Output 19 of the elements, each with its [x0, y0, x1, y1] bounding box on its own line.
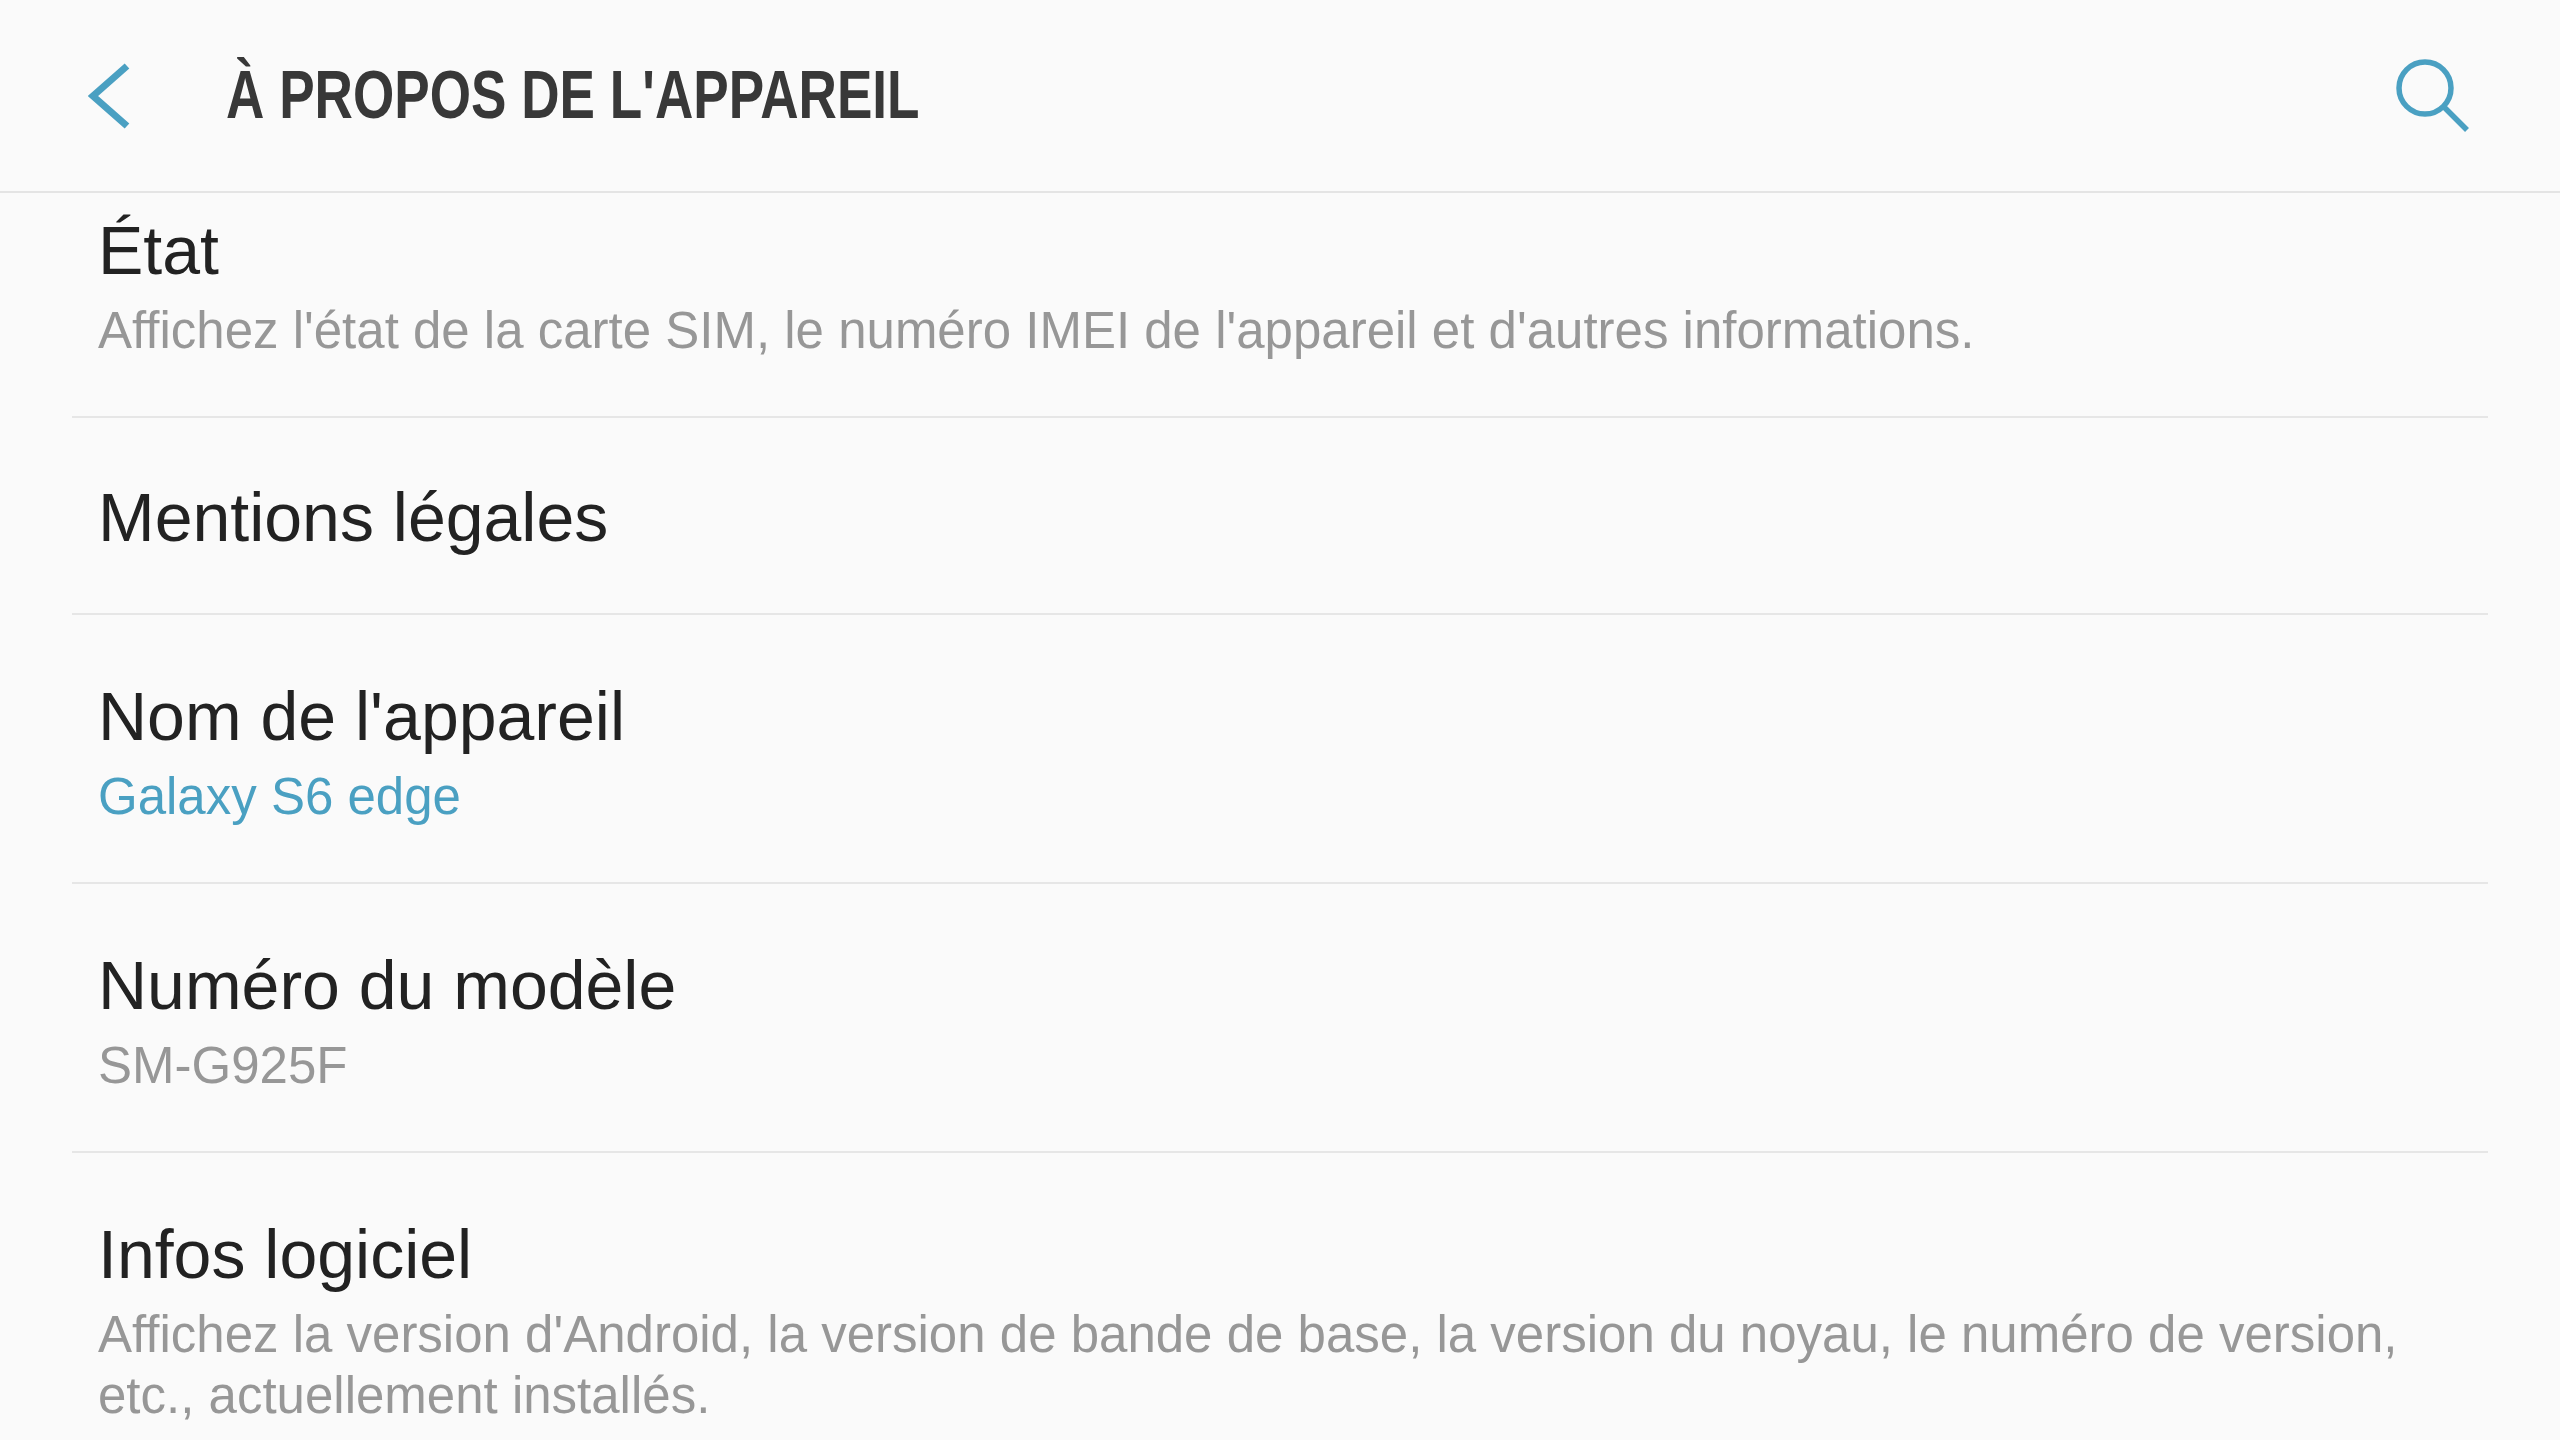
settings-item[interactable]: Infos logiciel Affichez la version d'Android, la version de bande de base, la version du noyau, le numéro de version, etc., actuellement installés. — [72, 1153, 2488, 1426]
item-summary: Affichez l'état de la carte SIM, le numéro IMEI de l'appareil et d'autres informations. — [98, 301, 1975, 361]
item-summary: Galaxy S6 edge — [98, 767, 461, 827]
item-summary: Affichez la version d'Android, la version de bande de base, la version du noyau, le numéro de version, etc., actuellement installés. — [98, 1305, 2399, 1426]
search-icon — [2396, 58, 2470, 133]
item-title: Numéro du modèle — [98, 946, 677, 1025]
item-summary: SM-G925F — [98, 1036, 348, 1096]
settings-item[interactable]: État Affichez l'état de la carte SIM, le numéro IMEI de l'appareil et d'autres informations. — [72, 193, 2488, 418]
chevron-left-icon — [88, 62, 132, 129]
search-button[interactable] — [2396, 58, 2470, 133]
item-title: Nom de l'appareil — [98, 677, 626, 756]
item-title: État — [98, 211, 219, 290]
back-button[interactable] — [88, 62, 132, 129]
settings-item[interactable]: Mentions légales — [72, 418, 2488, 615]
page-title: À PROPOS DE L'APPAREIL — [226, 55, 920, 136]
item-title: Mentions légales — [98, 478, 609, 557]
settings-item[interactable]: Nom de l'appareil Galaxy S6 edge — [72, 615, 2488, 884]
item-title: Infos logiciel — [98, 1215, 473, 1294]
settings-item[interactable]: Numéro du modèle SM-G925F — [72, 884, 2488, 1153]
